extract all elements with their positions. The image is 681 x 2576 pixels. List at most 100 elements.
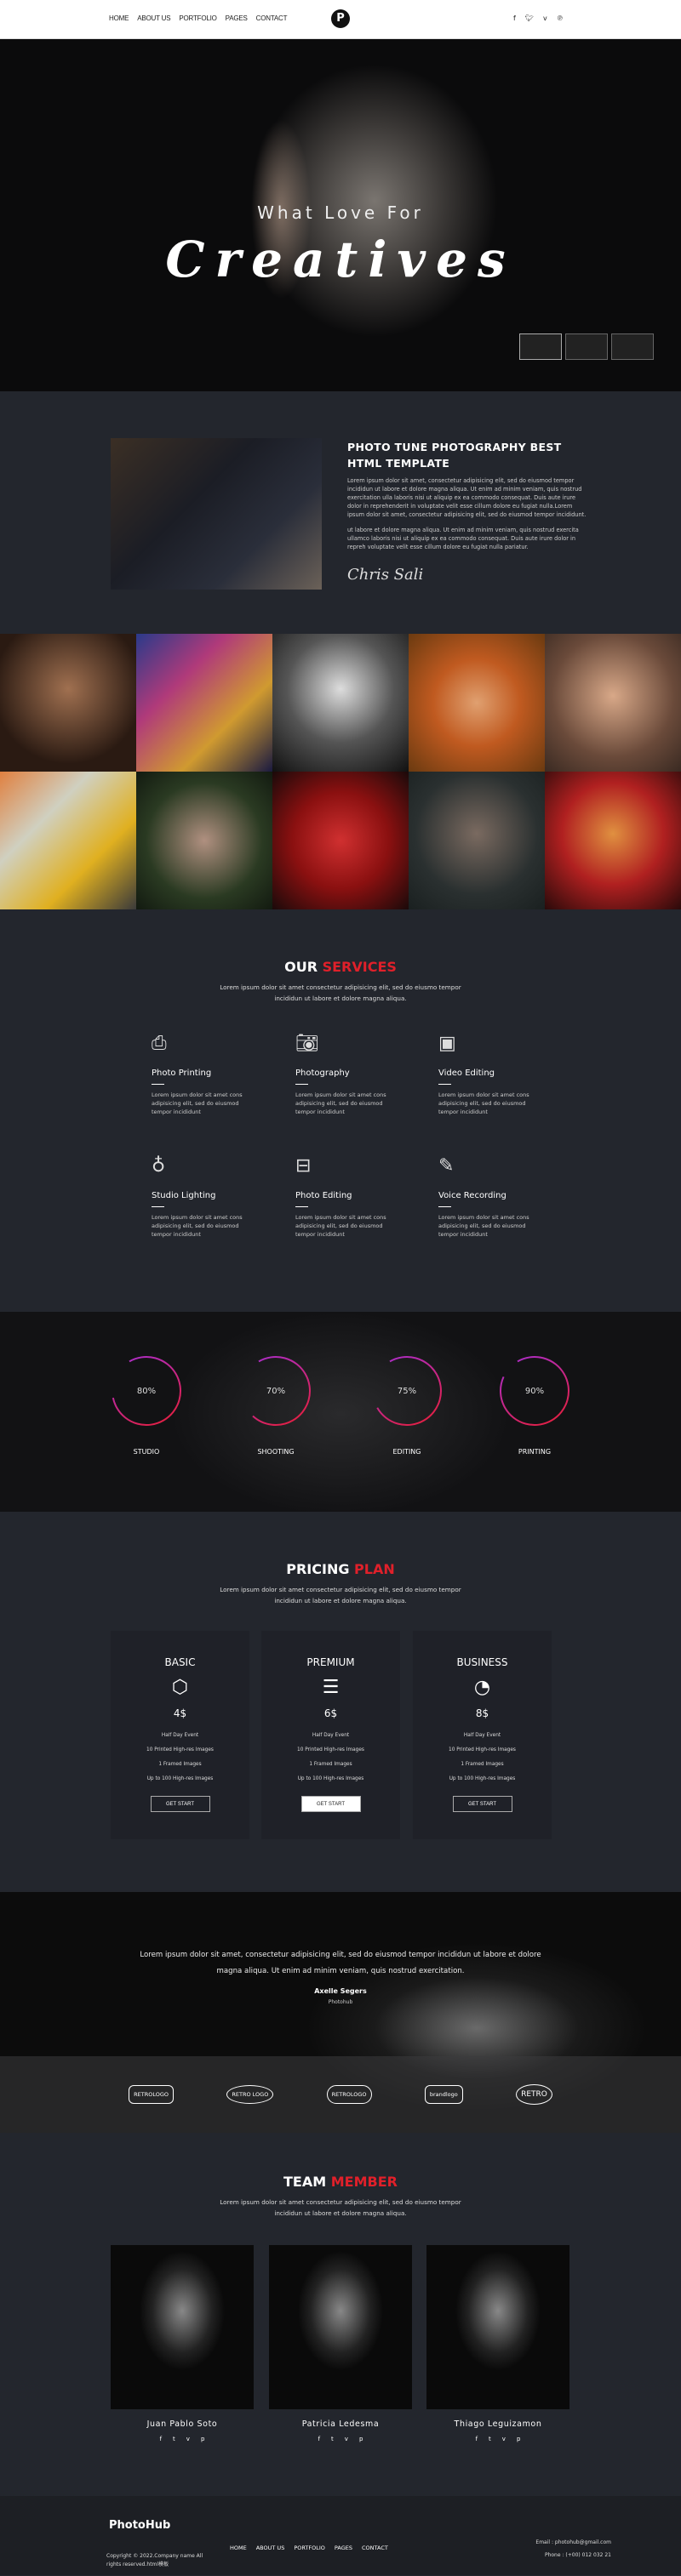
gallery-item[interactable] [409, 772, 545, 909]
services-title: OUR SERVICES [0, 959, 681, 975]
gallery-item[interactable] [545, 634, 681, 772]
footer-nav-pages[interactable]: PAGES [335, 2545, 352, 2551]
nav-contact[interactable]: CONTACT [256, 14, 288, 22]
pinterest-icon[interactable]: p [201, 2436, 204, 2442]
vimeo-icon[interactable]: v [543, 14, 547, 22]
vimeo-icon[interactable]: v [186, 2436, 190, 2442]
site-footer: PhotoHub Copyright © 2022.Company name A… [0, 2496, 681, 2575]
pricing-card-business: BUSINESS ◔ 8$ Half Day Event 10 Printed H… [413, 1631, 552, 1839]
camera-icon: 📷︎ [295, 1033, 319, 1054]
skill-percent: 90% [524, 1387, 545, 1396]
divider [295, 1084, 308, 1085]
feature: 1 Framed Images [461, 1762, 504, 1767]
footer-logo[interactable]: PhotoHub [109, 2519, 170, 2532]
gallery-item[interactable] [272, 634, 409, 772]
nav-pages[interactable]: PAGES [226, 14, 248, 22]
hero-subtitle: What Love For [257, 202, 424, 223]
footer-nav-about[interactable]: ABOUT US [256, 2545, 285, 2551]
footer-nav: HOME ABOUT US PORTFOLIO PAGES CONTACT [230, 2545, 388, 2551]
nav-home[interactable]: HOME [109, 14, 129, 22]
slide-thumb[interactable] [565, 333, 608, 360]
paintbrush-icon: ⊟ [295, 1155, 312, 1177]
facebook-icon[interactable]: f [318, 2436, 320, 2442]
brand-logo: RETRO [516, 2084, 552, 2105]
logo[interactable]: P [331, 9, 350, 28]
facebook-icon[interactable]: f [513, 14, 516, 22]
nav-portfolio[interactable]: PORTFOLIO [179, 14, 216, 22]
services-subtitle: Lorem ipsum dolor sit amet consectetur a… [220, 983, 461, 1002]
title-white: OUR [284, 959, 318, 975]
plan-price: 6$ [323, 1707, 338, 1719]
twitter-icon[interactable]: 🐦︎ [525, 14, 534, 22]
nav-about[interactable]: ABOUT US [137, 14, 170, 22]
slide-thumb[interactable] [519, 333, 562, 360]
service-item: ⊟ Photo Editing Lorem ipsum dolor sit amet… [295, 1155, 389, 1239]
pinterest-icon[interactable]: p [517, 2436, 520, 2442]
footer-nav-portfolio[interactable]: PORTFOLIO [294, 2545, 325, 2551]
site-header: HOME ABOUT US PORTFOLIO PAGES CONTACT P … [0, 0, 681, 39]
service-text: Lorem ipsum dolor sit amet cons adipisic… [152, 1091, 243, 1115]
plan-name: PREMIUM [306, 1656, 355, 1668]
feature: Half Day Event [161, 1733, 199, 1738]
service-title: Photo Printing [152, 1069, 212, 1078]
hero-title: Creatives [165, 231, 516, 288]
skills-section: 80% STUDIO 70% SHOOTING 75% EDITING 90% PRIN… [0, 1312, 681, 1512]
footer-email: Email : photohub@gmail.com [535, 2539, 611, 2545]
member-social: ftvp [269, 2436, 412, 2442]
vimeo-icon[interactable]: v [345, 2436, 348, 2442]
get-start-button[interactable]: GET START [300, 1796, 361, 1812]
team-member: Thiago Leguizamon f t v p [426, 2245, 569, 2442]
footer-nav-home[interactable]: HOME [230, 2545, 247, 2551]
gallery-item[interactable] [0, 634, 136, 772]
testimonial-author: Axelle Segers [314, 1987, 367, 1995]
skill-editing: 75% EDITING [364, 1353, 449, 1456]
divider [152, 1206, 164, 1207]
service-item: ⎙ Photo Printing Lorem ipsum dolor sit ame… [152, 1033, 245, 1116]
gallery-item[interactable] [545, 772, 681, 909]
skill-percent: 70% [266, 1387, 286, 1396]
feature: 1 Framed Images [158, 1762, 202, 1767]
service-title: Studio Lighting [152, 1191, 216, 1200]
vimeo-icon[interactable]: v [502, 2436, 506, 2442]
feature: Half Day Event [463, 1733, 501, 1738]
twitter-icon[interactable]: t [173, 2436, 175, 2442]
service-title: Video Editing [438, 1069, 495, 1078]
team-member: Patricia Ledesma f t v p [269, 2245, 412, 2442]
brand-logo: RETROLOGO [129, 2085, 175, 2104]
title-red: SERVICES [322, 959, 397, 975]
gallery-item[interactable] [0, 772, 136, 909]
facebook-icon[interactable]: f [476, 2436, 478, 2442]
database-icon: ☰ [322, 1677, 340, 1698]
brand-logo: RETRO LOGO [226, 2085, 274, 2104]
pie-chart-icon: ◔ [473, 1677, 491, 1698]
gallery-item[interactable] [136, 634, 272, 772]
gallery-item[interactable] [272, 772, 409, 909]
skill-percent: 75% [397, 1387, 417, 1396]
title-red: MEMBER [330, 2174, 398, 2190]
service-text: Lorem ipsum dolor sit amet cons adipisic… [438, 1091, 529, 1115]
twitter-icon[interactable]: t [331, 2436, 334, 2442]
about-text: Lorem ipsum dolor sit amet, consectetur … [347, 477, 587, 518]
team-section: TEAM MEMBER Lorem ipsum dolor sit amet c… [0, 2133, 681, 2496]
brand-logo: RETROLOGO [326, 2085, 372, 2104]
copyright: Copyright © 2022.Company name All rights… [106, 2553, 203, 2567]
pinterest-icon[interactable]: p [359, 2436, 363, 2442]
title-white: PRICING [286, 1561, 350, 1577]
pricing-card-basic: BASIC ⬡ 4$ Half Day Event 10 Printed High… [111, 1631, 249, 1839]
get-start-button[interactable]: GET START [150, 1796, 210, 1812]
twitter-icon[interactable]: t [489, 2436, 491, 2442]
slide-thumb[interactable] [611, 333, 654, 360]
gallery-item[interactable] [409, 634, 545, 772]
skill-label: STUDIO [133, 1448, 160, 1456]
get-start-button[interactable]: GET START [452, 1796, 512, 1812]
pinterest-icon[interactable]: ℗ [557, 14, 564, 22]
skill-printing: 90% PRINTING [492, 1353, 577, 1456]
footer-nav-contact[interactable]: CONTACT [362, 2545, 388, 2551]
contact-info: Email : photohub@gmail.com Phone : (+00)… [535, 2536, 611, 2562]
pencil-ruler-icon: ✎ [438, 1155, 455, 1177]
pricing-subtitle: Lorem ipsum dolor sit amet consectetur a… [220, 1586, 461, 1604]
service-item: 📷︎ Photography Lorem ipsum dolor sit amet … [295, 1033, 389, 1116]
about-section: PHOTO TUNE PHOTOGRAPHY BEST HTML TEMPLAT… [0, 391, 681, 634]
gallery-item[interactable] [136, 772, 272, 909]
facebook-icon[interactable]: f [160, 2436, 162, 2442]
